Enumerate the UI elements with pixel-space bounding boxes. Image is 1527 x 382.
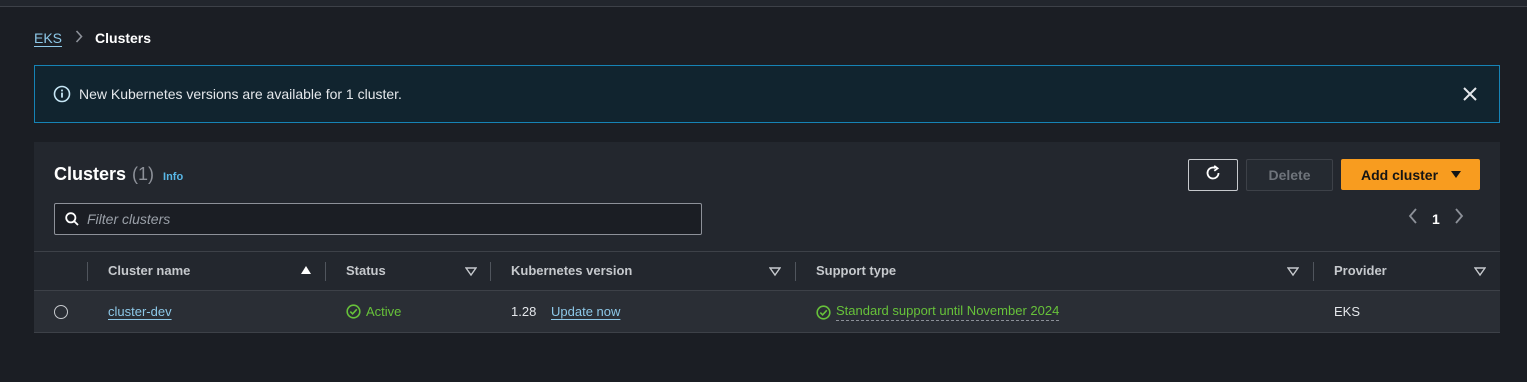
- kubernetes-version: 1.28: [511, 304, 537, 319]
- cluster-count: (1): [132, 164, 155, 184]
- status-cell: Active: [346, 304, 401, 319]
- provider: EKS: [1334, 304, 1361, 319]
- cluster-name-link[interactable]: cluster-dev: [108, 304, 172, 319]
- info-link[interactable]: Info: [163, 171, 183, 183]
- add-cluster-button[interactable]: Add cluster: [1341, 159, 1480, 190]
- column-divider[interactable]: [325, 262, 326, 281]
- support-type-cell[interactable]: Standard support until November 2024: [816, 303, 1060, 321]
- page-number[interactable]: 1: [1432, 211, 1440, 227]
- check-circle-icon: [816, 304, 831, 320]
- breadcrumb: EKS Clusters: [34, 30, 151, 46]
- sort-ascending-icon[interactable]: [301, 266, 311, 274]
- column-divider[interactable]: [490, 262, 491, 281]
- check-circle-icon: [346, 304, 361, 319]
- column-header-provider[interactable]: Provider: [1334, 263, 1387, 278]
- filter-clusters-field[interactable]: [54, 203, 702, 235]
- table-row: cluster-dev Active 1.28 Update now Stand…: [34, 291, 1500, 333]
- sort-down-icon[interactable]: [1287, 267, 1299, 277]
- breadcrumb-eks-link[interactable]: EKS: [34, 30, 62, 46]
- breadcrumb-current: Clusters: [95, 30, 152, 46]
- update-now-link[interactable]: Update now: [551, 304, 620, 319]
- column-header-status[interactable]: Status: [346, 263, 386, 278]
- chevron-left-icon[interactable]: [1408, 208, 1418, 229]
- chevron-right-icon: [75, 30, 83, 46]
- column-header-kubernetes-version[interactable]: Kubernetes version: [511, 263, 632, 278]
- sort-down-icon[interactable]: [1474, 267, 1486, 277]
- flash-message: New Kubernetes versions are available fo…: [79, 86, 402, 102]
- chevron-right-icon[interactable]: [1454, 208, 1464, 229]
- search-icon: [65, 212, 79, 231]
- clusters-table-panel: Clusters (1) Info Delete Add cluster 1 C…: [34, 142, 1500, 333]
- info-circle-icon: [53, 85, 71, 103]
- table-header: Cluster name Status Kubernetes version S…: [34, 251, 1500, 291]
- sort-down-icon[interactable]: [465, 267, 477, 277]
- delete-button[interactable]: Delete: [1246, 159, 1333, 191]
- close-icon[interactable]: [1461, 85, 1479, 103]
- column-divider[interactable]: [795, 262, 796, 281]
- panel-title: Clusters: [54, 164, 127, 184]
- column-header-cluster-name[interactable]: Cluster name: [108, 263, 190, 278]
- column-header-support-type[interactable]: Support type: [816, 263, 896, 278]
- row-select-radio[interactable]: [54, 305, 68, 319]
- support-type-text[interactable]: Standard support until November 2024: [836, 303, 1060, 321]
- pagination: 1: [1408, 208, 1464, 229]
- add-cluster-label: Add cluster: [1361, 166, 1439, 183]
- refresh-icon: [1204, 164, 1222, 187]
- column-divider[interactable]: [1313, 262, 1314, 281]
- top-nav-bar: [0, 0, 1527, 7]
- refresh-button[interactable]: [1188, 159, 1238, 191]
- filter-clusters-input[interactable]: [87, 209, 687, 229]
- sort-down-icon[interactable]: [769, 267, 781, 277]
- status-text: Active: [366, 304, 402, 319]
- caret-down-icon: [1451, 171, 1462, 178]
- panel-header: Clusters (1) Info: [54, 164, 183, 185]
- column-divider: [87, 262, 88, 281]
- info-flash-banner: New Kubernetes versions are available fo…: [34, 65, 1500, 123]
